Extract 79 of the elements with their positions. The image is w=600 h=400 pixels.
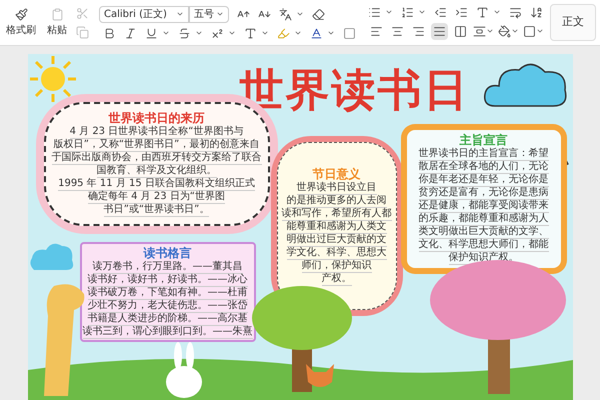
text-line: 确定每年 4 月 23 日为“世界图: [88, 191, 225, 204]
text-line: 4 月 23 日世界读书日全称“世界图书与: [70, 126, 244, 139]
align-icon: [412, 24, 425, 38]
outdent-icon[interactable]: [434, 6, 447, 18]
eraser-icon[interactable]: [312, 8, 325, 20]
strikethrough-icon[interactable]: [178, 26, 191, 40]
text-line: 你是年老还是年轻，无论你是: [418, 174, 548, 187]
caret-icon[interactable]: [296, 10, 304, 18]
text-line: 能尊重和感谢为人类文: [286, 220, 386, 234]
text-line: 贫穷还是富有，无论你是患病: [418, 187, 548, 200]
caret-icon[interactable]: [493, 8, 501, 16]
text-line: 明做出过巨大贡献的文: [286, 234, 386, 246]
caret-icon[interactable]: [418, 8, 426, 16]
style-name: 正文: [562, 14, 584, 30]
paste-label[interactable]: 粘贴: [47, 22, 67, 38]
text-line: 于国际出版商协会，由西班牙转交方案给了联合: [52, 152, 262, 165]
format-painter-icon[interactable]: [14, 8, 28, 20]
sort-icon[interactable]: [530, 6, 543, 18]
panel-title: 世界读书日的来历: [108, 111, 204, 126]
caret-icon[interactable]: [486, 27, 494, 35]
size-select[interactable]: 五号: [189, 6, 229, 22]
text-line: 产权。: [322, 272, 352, 286]
caret-icon[interactable]: [511, 27, 519, 35]
caret-icon[interactable]: [216, 10, 224, 18]
italic-icon[interactable]: [124, 26, 137, 40]
text-line: 师们，保护知识: [302, 260, 372, 272]
text-line: 世界读书日设立目: [296, 182, 376, 194]
panel-title: 主旨宣言: [460, 133, 508, 148]
underline-icon[interactable]: [145, 26, 158, 40]
superscript-icon[interactable]: [211, 26, 224, 40]
text-line: 少壮不努力，老大徒伤悲。——张岱: [88, 300, 248, 313]
text-line: 1995 年 11 月 15 日联合国教科文组织正式: [58, 178, 255, 191]
text-line: 读和写作，希望所有人都: [282, 208, 392, 220]
style-preview[interactable]: 正文: [550, 4, 596, 41]
text-line: 文化、科学思想大师们，都能: [418, 239, 548, 252]
text-line: 书籍是人类进步的阶梯。——高尔基: [88, 313, 248, 326]
rabbit-drawing: [164, 342, 204, 398]
caret-icon[interactable]: [176, 10, 184, 18]
text-line: 世界读书日的主旨宣言：希望: [418, 148, 548, 161]
panel-title: 节日意义: [312, 166, 360, 180]
text-line: 国教育、科学及文化组织。: [96, 165, 216, 178]
indent-icon[interactable]: [455, 6, 468, 18]
font-name: Calibri (正文): [104, 8, 167, 22]
text-line: 学文化、科学、思想大: [286, 246, 386, 260]
text-line: 读书好，读好书，好读书。——冰心: [88, 274, 248, 287]
font-size: 五号: [194, 8, 214, 22]
text-line: 散居在全球各地的人们，无论: [418, 161, 548, 174]
bold-icon[interactable]: [103, 26, 116, 40]
format-painter-label[interactable]: 格式刷: [6, 22, 36, 38]
panel-title: 读书格言: [144, 246, 192, 261]
shading-icon[interactable]: [498, 24, 511, 38]
align-button[interactable]: [431, 22, 448, 40]
sun-drawing: [28, 54, 78, 104]
caret-icon[interactable]: [536, 27, 544, 35]
border-icon[interactable]: [523, 24, 536, 38]
text-line: 的乐趣，都能尊重和感谢为人: [418, 213, 548, 226]
align-icon: [433, 24, 446, 38]
text-line: 读书三到，谓心到眼到口到。——朱熹: [82, 326, 252, 339]
caret-icon[interactable]: [162, 29, 170, 37]
numbered-list-icon[interactable]: [401, 6, 414, 18]
text-line: 的是推动更多的人去阅: [286, 194, 386, 208]
caret-icon[interactable]: [195, 29, 203, 37]
align-icon: [391, 24, 404, 38]
caret-icon[interactable]: [327, 29, 335, 37]
text-line: 读书破万卷，下笔如有神。——杜甫: [88, 287, 248, 300]
font-select[interactable]: Calibri (正文): [99, 6, 189, 22]
align-icon: [370, 24, 383, 38]
caret-icon[interactable]: [261, 29, 269, 37]
caret-icon[interactable]: [228, 29, 236, 37]
text-line: 还是健康，都能享受阅读带来: [418, 200, 548, 213]
caret-icon[interactable]: [294, 29, 302, 37]
caret-icon[interactable]: [385, 8, 393, 16]
text-line: 书日”或“世界读书日”。: [104, 204, 210, 217]
text-line: 读万卷书，行万里路。——董其昌: [92, 261, 242, 274]
font-color-icon[interactable]: [310, 26, 323, 40]
align-icon: [454, 24, 467, 38]
text-line: 版权日”，又称“世界图书日”，最初的创意来自: [54, 139, 260, 152]
text-line: 类文明做出巨大贡献的文学、: [418, 226, 548, 239]
line-spacing-icon[interactable]: [473, 24, 486, 38]
